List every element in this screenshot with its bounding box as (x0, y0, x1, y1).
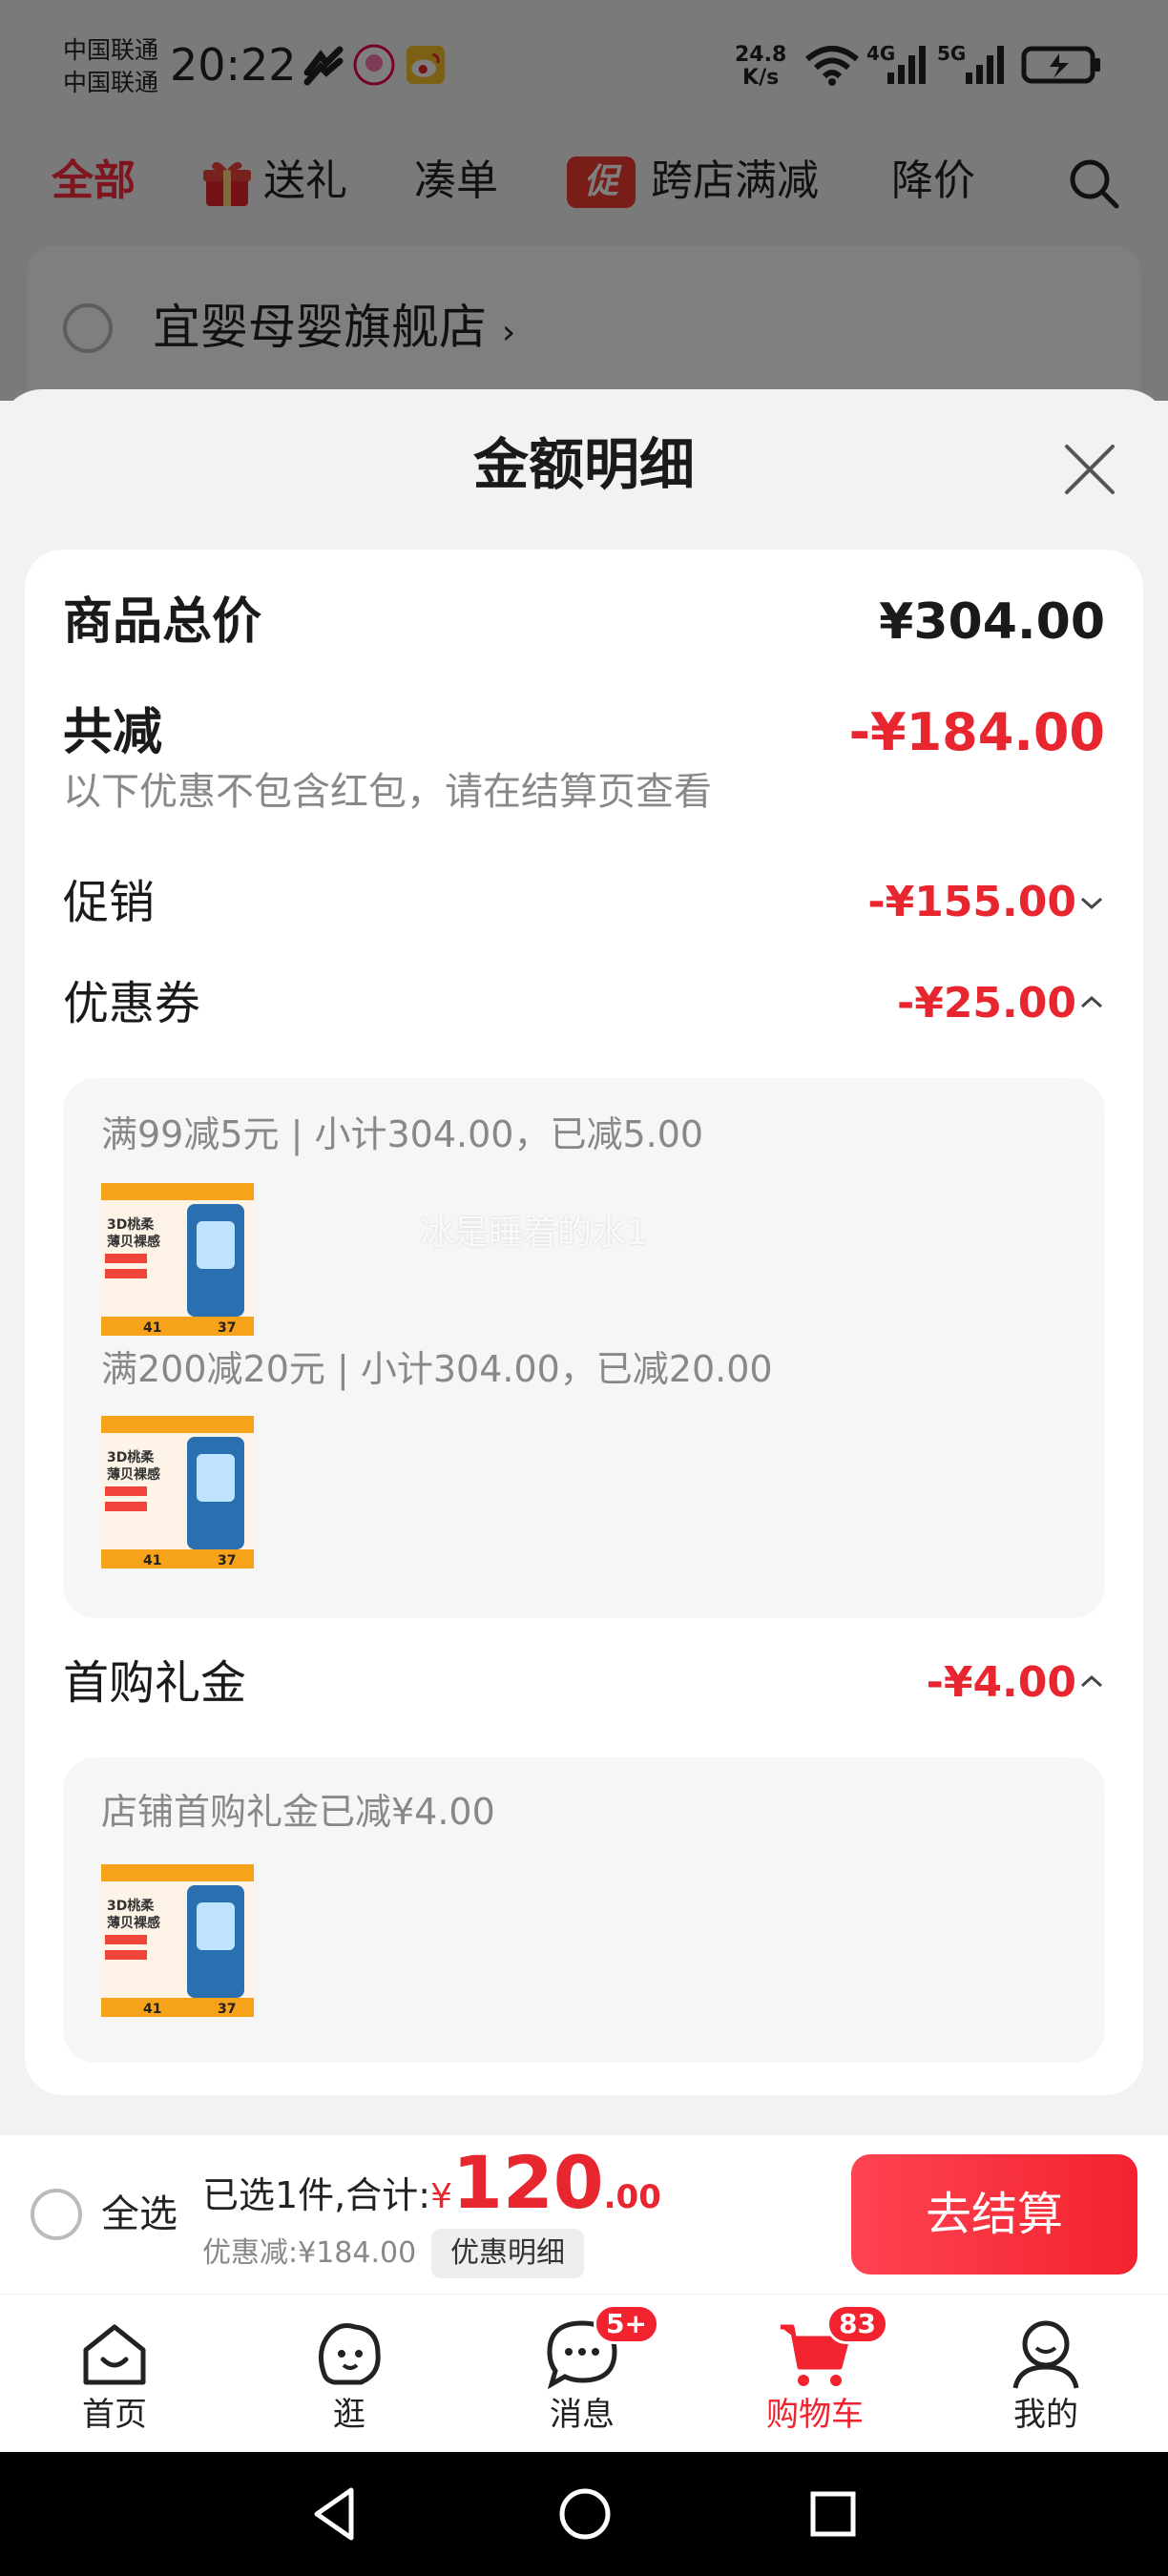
coupon-detail-box: 满99减5元 | 小计304.00，已减5.00 3D桃柔 薄贝裸感 41 37… (63, 1078, 1105, 1618)
thumb-num-1: 41 (143, 1320, 161, 1336)
discount-summary: 优惠减:¥184.00 (202, 2236, 417, 2270)
thumb-headline-2: 薄贝裸感 (107, 1234, 160, 1250)
coupon-line: 满99减5元 | 小计304.00，已减5.00 (101, 1113, 704, 1155)
chevron-up-icon[interactable] (1078, 988, 1105, 1015)
thumb-headline-1: 3D桃柔 (107, 1898, 155, 1914)
promo-value[interactable]: -¥155.00 (867, 872, 1076, 933)
reduce-label: 共减 (63, 704, 163, 761)
tab-label: 逛 (333, 2396, 365, 2434)
thumb-headline-2: 薄贝裸感 (107, 1915, 160, 1931)
tab-profile[interactable]: 我的 (950, 2295, 1141, 2453)
recents-icon[interactable] (800, 2481, 866, 2547)
checkout-button[interactable]: 去结算 (851, 2154, 1137, 2275)
thumb-num-2: 37 (218, 1553, 236, 1568)
system-nav-bar (0, 2452, 1168, 2576)
tab-browse[interactable]: 逛 (254, 2295, 445, 2453)
tab-label: 我的 (1013, 2396, 1078, 2434)
tab-cart[interactable]: 83 购物车 (720, 2295, 910, 2453)
product-thumbnail: 3D桃柔 薄贝裸感 41 37 (101, 1416, 254, 1568)
tab-messages[interactable]: 5+ 消息 (487, 2295, 678, 2453)
dim-overlay[interactable] (0, 0, 1168, 401)
detail-card: 商品总价 ¥304.00 共减 -¥184.00 以下优惠不包含红包，请在结算页… (25, 550, 1143, 2095)
chevron-up-icon[interactable] (1078, 1668, 1105, 1694)
total-value: ¥304.00 (879, 593, 1105, 651)
reduce-note: 以下优惠不包含红包，请在结算页查看 (63, 770, 712, 814)
tab-label: 首页 (82, 2396, 147, 2434)
tab-home[interactable]: 首页 (19, 2295, 210, 2453)
watermark-text: 冰是睡着的水1 (420, 1214, 648, 1253)
tab-label: 消息 (550, 2396, 615, 2434)
thumb-num-2: 37 (218, 1320, 236, 1336)
message-badge: 5+ (594, 2304, 659, 2344)
first-buy-value[interactable]: -¥4.00 (927, 1652, 1076, 1714)
coupon-line: 满200减20元 | 小计304.00，已减20.00 (101, 1348, 773, 1390)
product-thumbnail: 3D桃柔 薄贝裸感 41 37 (101, 1183, 254, 1336)
total-summary: 已选1件,合计:¥120.00 (202, 2145, 661, 2221)
checkout-bar: 全选 已选1件,合计:¥120.00 优惠减:¥184.00 优惠明细 去结算 (0, 2135, 1168, 2294)
select-all-radio[interactable] (31, 2189, 82, 2240)
total-integer: 120 (451, 2140, 604, 2225)
selected-count-text: 已选1件,合计: (202, 2174, 431, 2216)
cart-badge: 83 (826, 2304, 888, 2344)
home-icon (83, 2324, 146, 2385)
total-label: 商品总价 (63, 593, 262, 651)
product-thumbnail: 3D桃柔 薄贝裸感 41 37 (101, 1864, 254, 2017)
sheet-title: 金额明细 (472, 432, 695, 497)
close-icon[interactable] (1061, 441, 1118, 498)
amount-detail-sheet: 金额明细 商品总价 ¥304.00 共减 -¥184.00 以下优惠不包含红包，… (0, 389, 1168, 2135)
back-icon[interactable] (302, 2481, 368, 2547)
thumb-num-1: 41 (143, 1553, 161, 1568)
tab-label: 购物车 (766, 2396, 864, 2434)
thumb-headline-1: 3D桃柔 (107, 1449, 155, 1465)
bottom-tab-bar: 首页 逛 5+ 消息 83 购物车 我的 (0, 2294, 1168, 2452)
select-all-label[interactable]: 全选 (101, 2189, 177, 2240)
thumb-headline-2: 薄贝裸感 (107, 1466, 160, 1483)
thumb-num-2: 37 (218, 2002, 236, 2017)
chevron-down-icon[interactable] (1078, 889, 1105, 916)
coupon-label: 优惠券 (63, 977, 201, 1030)
thumb-num-1: 41 (143, 2002, 161, 2017)
first-buy-label: 首购礼金 (63, 1656, 247, 1710)
total-decimal: .00 (603, 2178, 661, 2216)
thumb-headline-1: 3D桃柔 (107, 1216, 155, 1233)
first-buy-note: 店铺首购礼金已减¥4.00 (101, 1791, 495, 1833)
discount-detail-button[interactable]: 优惠明细 (431, 2229, 584, 2278)
promo-label: 促销 (63, 876, 156, 929)
profile-icon (1012, 2320, 1079, 2389)
first-buy-detail-box: 店铺首购礼金已减¥4.00 3D桃柔 薄贝裸感 41 37 (63, 1757, 1105, 2063)
home-nav-icon[interactable] (552, 2481, 618, 2547)
coupon-value[interactable]: -¥25.00 (897, 973, 1076, 1034)
reduce-value: -¥184.00 (848, 702, 1105, 762)
browse-icon (319, 2323, 381, 2385)
total-currency: ¥ (430, 2177, 452, 2216)
